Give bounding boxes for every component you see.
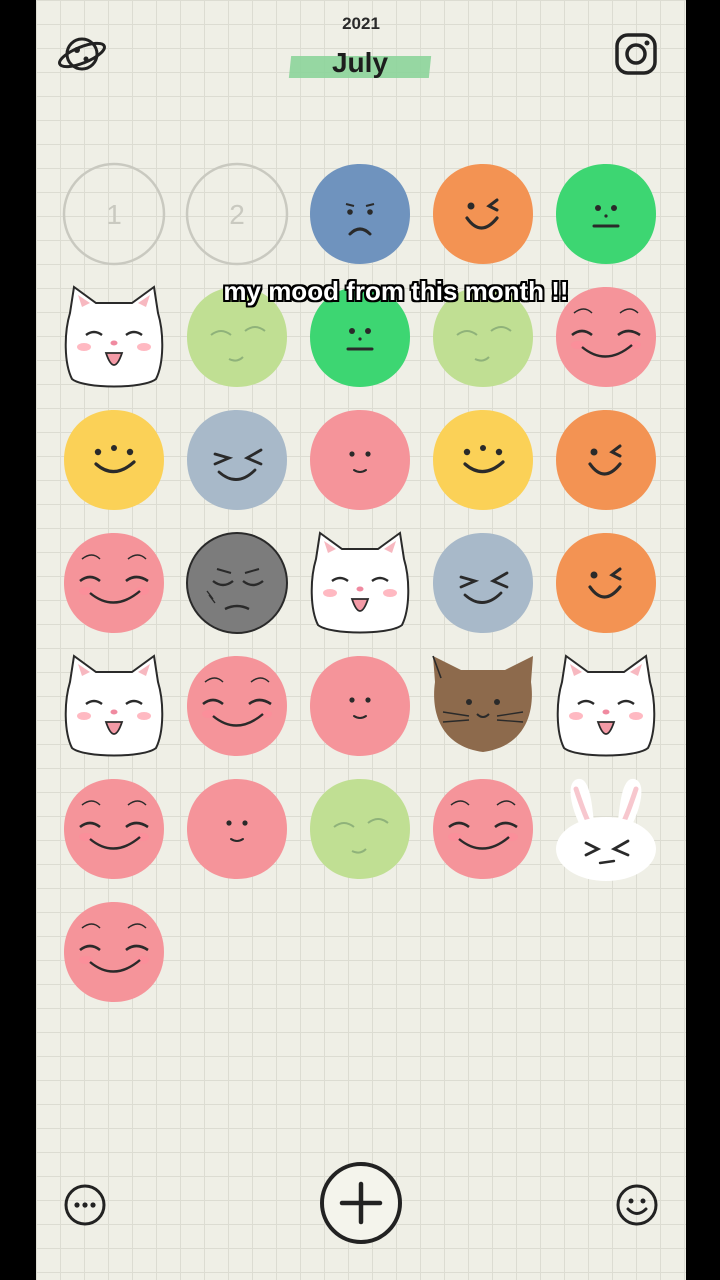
mood-cat-white-icon: [64, 654, 164, 757]
day-cell-20[interactable]: [552, 529, 660, 637]
day-cell-30[interactable]: [552, 775, 660, 883]
mood-bunny-icon: [556, 778, 656, 881]
day-cell-4[interactable]: [429, 160, 537, 268]
day-cell-6[interactable]: [60, 283, 168, 391]
day-cell-31[interactable]: [60, 898, 168, 1006]
instagram-icon[interactable]: [612, 30, 664, 82]
smiley-icon[interactable]: [614, 1182, 660, 1228]
mood-blush-icon: [64, 533, 164, 633]
day-cell-12[interactable]: [183, 406, 291, 514]
mood-wink-icon: [433, 164, 533, 264]
mood-simple-icon: [187, 779, 287, 879]
mood-simple-icon: [310, 656, 410, 756]
empty-day-circle: 1: [62, 162, 166, 266]
day-cell-28[interactable]: [306, 775, 414, 883]
day-cell-5[interactable]: [552, 160, 660, 268]
day-cell-19[interactable]: [429, 529, 537, 637]
mood-squint-icon: [187, 410, 287, 510]
day-cell-29[interactable]: [429, 775, 537, 883]
day-cell-3[interactable]: [306, 160, 414, 268]
day-cell-26[interactable]: [60, 775, 168, 883]
month-title[interactable]: July: [288, 44, 432, 82]
video-caption: my mood from this month !!: [223, 276, 569, 306]
day-number: 2: [229, 199, 245, 230]
mood-calendar-screen: 2021 July 1 2 my mood from this month !!: [36, 0, 686, 1280]
day-cell-24[interactable]: [429, 652, 537, 760]
mood-cat-white-icon: [310, 531, 410, 634]
year-label: 2021: [342, 14, 380, 33]
day-cell-18[interactable]: [306, 529, 414, 637]
mood-blush-icon: [64, 902, 164, 1002]
mood-blush-icon: [433, 779, 533, 879]
mood-blush-icon: [64, 779, 164, 879]
mood-gloomy-icon: [186, 532, 288, 634]
planet-icon[interactable]: [56, 28, 108, 80]
day-cell-16[interactable]: [60, 529, 168, 637]
day-number: 1: [106, 199, 122, 230]
mood-cat-brown-icon: [432, 655, 533, 752]
day-cell-11[interactable]: [60, 406, 168, 514]
mood-neutral-icon: [556, 164, 656, 264]
day-cell-27[interactable]: [183, 775, 291, 883]
day-cell-1[interactable]: 1: [60, 160, 168, 268]
day-cell-14[interactable]: [429, 406, 537, 514]
mood-cat-white-icon: [556, 654, 656, 757]
mood-cat-white-icon: [64, 285, 164, 388]
day-cell-2[interactable]: 2: [183, 160, 291, 268]
day-cell-21[interactable]: [60, 652, 168, 760]
day-cell-13[interactable]: [306, 406, 414, 514]
day-cell-22[interactable]: [183, 652, 291, 760]
mood-happy-icon: [433, 410, 533, 510]
day-cell-23[interactable]: [306, 652, 414, 760]
day-cell-25[interactable]: [552, 652, 660, 760]
mood-sad-icon: [310, 164, 410, 264]
more-icon[interactable]: [62, 1182, 108, 1228]
mood-calm-icon: [310, 779, 410, 879]
mood-wink-icon: [556, 533, 656, 633]
month-label: July: [331, 47, 389, 78]
day-cell-15[interactable]: [552, 406, 660, 514]
mood-happy-icon: [64, 410, 164, 510]
empty-day-circle: 2: [185, 162, 289, 266]
mood-wink-icon: [556, 410, 656, 510]
add-icon[interactable]: [318, 1160, 404, 1246]
mood-simple-icon: [310, 410, 410, 510]
mood-squint-icon: [433, 533, 533, 633]
mood-blush-icon: [187, 656, 287, 756]
day-cell-17[interactable]: [183, 529, 291, 637]
